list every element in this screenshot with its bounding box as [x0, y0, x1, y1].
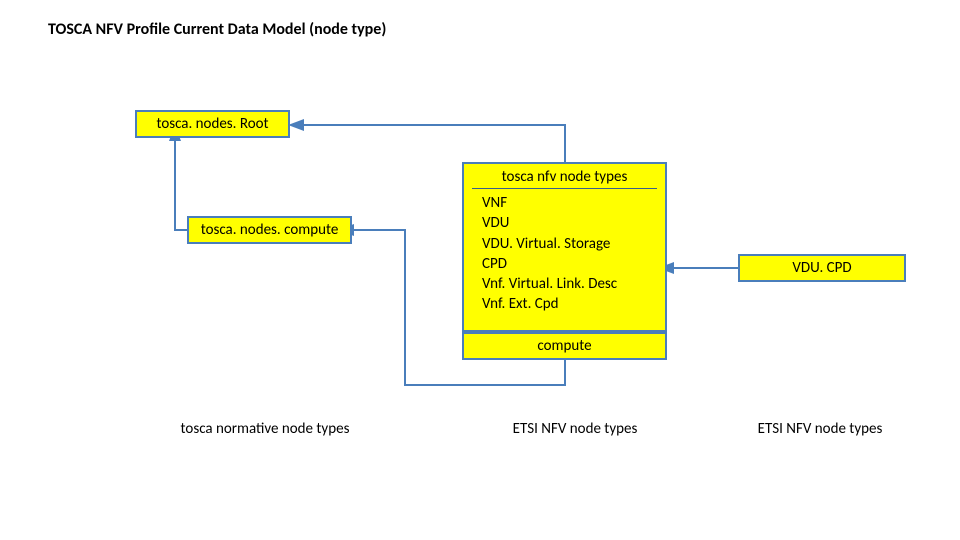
nfv-item: VDU	[482, 213, 653, 233]
node-root: tosca. nodes. Root	[135, 110, 290, 138]
nfv-item: VDU. Virtual. Storage	[482, 234, 653, 254]
nfv-group-header: tosca nfv node types	[464, 164, 665, 188]
node-vdu-cpd: VDU. CPD	[738, 254, 906, 282]
caption-right: ETSI NFV node types	[740, 420, 900, 438]
nfv-item: Vnf. Virtual. Link. Desc	[482, 274, 653, 294]
node-compute-label: tosca. nodes. compute	[201, 221, 339, 239]
nfv-item: Vnf. Ext. Cpd	[482, 294, 653, 314]
nfv-item: CPD	[482, 254, 653, 274]
page-title: TOSCA NFV Profile Current Data Model (no…	[48, 20, 386, 39]
node-vdu-cpd-label: VDU. CPD	[792, 259, 851, 277]
nfv-node-types-group: tosca nfv node types VNF VDU VDU. Virtua…	[462, 162, 667, 332]
caption-left: tosca normative node types	[160, 420, 370, 438]
nfv-item: VNF	[482, 193, 653, 213]
node-compute: tosca. nodes. compute	[187, 216, 352, 244]
node-root-label: tosca. nodes. Root	[156, 115, 268, 133]
nfv-compute-tag-label: compute	[537, 337, 591, 355]
nfv-compute-tag: compute	[462, 332, 667, 360]
caption-mid: ETSI NFV node types	[495, 420, 655, 438]
nfv-group-items: VNF VDU VDU. Virtual. Storage CPD Vnf. V…	[464, 193, 665, 321]
nfv-group-separator	[472, 188, 657, 189]
